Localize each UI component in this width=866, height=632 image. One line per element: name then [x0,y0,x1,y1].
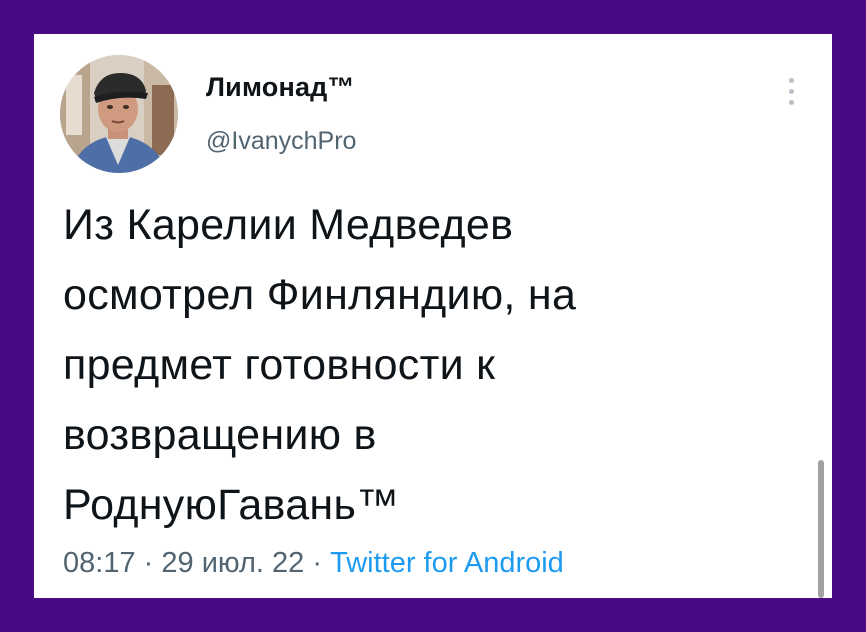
author-handle[interactable]: @IvanychPro [206,127,356,156]
tweet-time[interactable]: 08:17 [63,547,136,579]
more-options-button[interactable] [778,74,804,110]
tweet-source-link[interactable]: Twitter for Android [330,547,564,579]
meta-separator: · [143,547,154,579]
more-vertical-icon [789,78,794,83]
meta-separator: · [312,547,323,579]
tweet-meta: 08:17 · 29 июл. 22 · Twitter for Android [63,547,564,580]
author-name[interactable]: Лимонад™ [206,72,355,103]
avatar-image [60,55,178,173]
tweet-card: Лимонад™ @IvanychPro Из Карелии Медведев… [34,34,832,598]
tweet-text: Из Карелии Медведев осмотрел Финляндию, … [63,201,577,529]
avatar[interactable] [60,55,178,173]
tweet-date[interactable]: 29 июл. 22 [161,547,304,579]
scrollbar[interactable] [818,460,824,598]
